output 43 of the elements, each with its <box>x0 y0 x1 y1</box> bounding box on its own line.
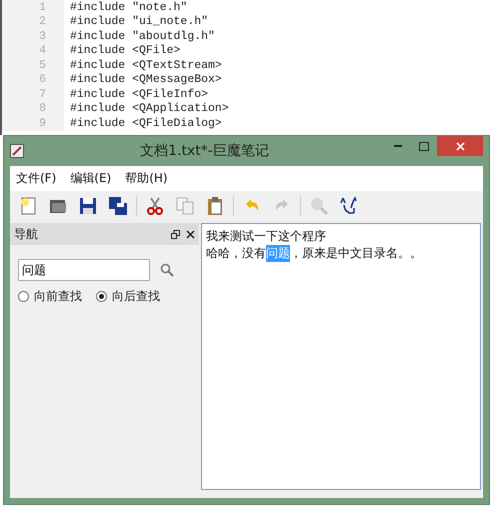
save-all-icon <box>108 196 128 216</box>
menu-item[interactable]: 编辑(E) <box>70 170 112 187</box>
radio-label: 向后查找 <box>112 288 160 305</box>
selected-text: 问题 <box>266 245 290 262</box>
radio-option[interactable]: 向前查找 <box>18 288 82 305</box>
code-line: #include <QFileDialog> <box>70 116 222 130</box>
search-icon[interactable] <box>160 263 174 277</box>
menu-item[interactable]: 帮助(H) <box>125 170 168 187</box>
save-icon <box>78 196 98 216</box>
code-line: #include <QMessageBox> <box>70 73 222 86</box>
code-line: #include <QApplication> <box>70 102 229 116</box>
radio-option[interactable]: 向后查找 <box>96 288 160 305</box>
code-line: #include "note.h" <box>70 0 188 14</box>
magnifier-icon <box>309 196 329 216</box>
code-line: #include <QFile> <box>70 44 180 58</box>
text-editor[interactable]: 我来测试一下这个程序 哈哈，没有问题，原来是中文目录名。。 <box>201 223 481 490</box>
float-icon[interactable] <box>171 230 180 238</box>
code-line: #include <QFileInfo> <box>70 88 208 101</box>
copy-icon <box>175 196 195 216</box>
menu-item[interactable]: 文件(F) <box>16 170 56 187</box>
window-title: 文档1.txt*-巨魔笔记 <box>139 142 270 160</box>
minimize-icon <box>394 145 402 147</box>
code-line: #include "ui_note.h" <box>70 15 208 28</box>
clipboard-icon <box>205 196 225 216</box>
close-icon[interactable] <box>186 230 195 238</box>
toolbar-button[interactable] <box>106 194 130 218</box>
notepad-icon <box>10 144 24 158</box>
radio-icon[interactable] <box>96 291 107 302</box>
panel-title: 导航 <box>14 226 39 242</box>
code-line: #include <QTextStream> <box>70 58 222 72</box>
document-text: 哈哈，没有 <box>206 245 266 262</box>
maximize-icon <box>419 142 429 150</box>
document-text: ，原来是中文目录名。。 <box>290 245 422 262</box>
radio-label: 向前查找 <box>34 288 82 305</box>
search-field[interactable]: 问题 <box>18 259 150 281</box>
document-text: 我来测试一下这个程序 <box>206 228 326 245</box>
scissors-icon <box>145 196 165 216</box>
code-line: #include "aboutdlg.h" <box>70 30 215 43</box>
new-file-icon <box>18 196 38 216</box>
replace-icon <box>339 196 359 216</box>
close-icon <box>456 142 464 150</box>
radio-icon[interactable] <box>18 291 29 302</box>
close-button[interactable] <box>437 136 483 156</box>
